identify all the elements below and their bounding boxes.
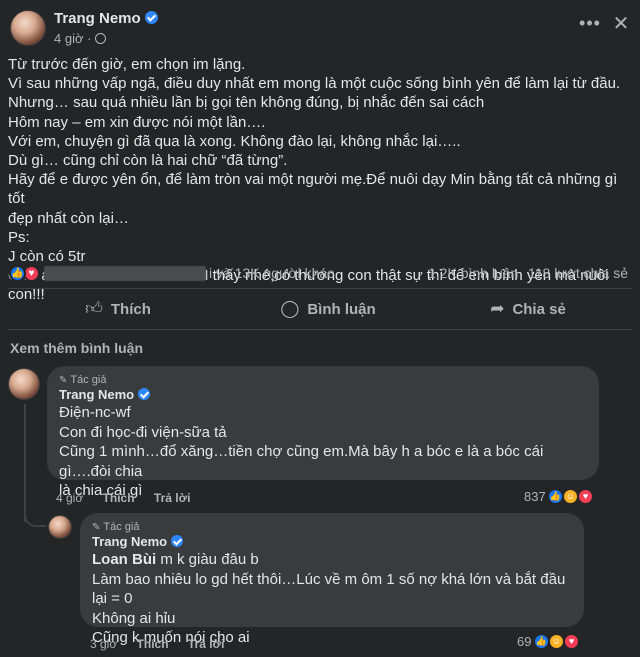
care-reaction-icon: ☺	[548, 633, 565, 650]
commenter-name[interactable]: Trang Nemo	[59, 387, 134, 402]
comment-bubble: ✎ Tác giả Trang Nemo Điện-nc-wf Con đi họ…	[47, 366, 599, 499]
close-icon[interactable]: ✕	[606, 10, 636, 40]
comment-button[interactable]: ◯ Bình luận	[263, 291, 393, 327]
like-reaction-icon[interactable]: 👍	[9, 265, 26, 282]
commenter-name-row: Trang Nemo	[59, 387, 587, 403]
thumbs-up-icon: 👍︎	[85, 299, 103, 318]
post-line: đẹp nhất còn lại…	[8, 209, 129, 227]
share-arrow-icon: ➦	[490, 299, 505, 318]
author-avatar[interactable]	[10, 10, 46, 46]
comment-reaction-count[interactable]: 837	[524, 489, 546, 504]
comment-like-link[interactable]: Thích	[137, 637, 169, 651]
author-name-row: Trang Nemo	[54, 10, 158, 27]
post-line: Vì sau những vấp ngã, điều duy nhất em m…	[8, 75, 621, 93]
author-tag-text: Tác giả	[103, 521, 140, 533]
post-header: Trang Nemo 4 giờ · ••• ✕	[0, 0, 640, 54]
see-more-comments-link[interactable]: Xem thêm bình luận	[10, 340, 143, 356]
comment-meta: 3 giờ Thích Trả lời	[90, 637, 240, 651]
comment-like-link[interactable]: Thích	[103, 491, 135, 505]
comment-line: Loan Bùi m k giàu đâu b	[92, 550, 572, 570]
comment-time[interactable]: 3 giờ	[90, 637, 117, 651]
commenter-avatar[interactable]	[8, 368, 40, 400]
share-button[interactable]: ➦ Chia sẻ	[478, 291, 578, 327]
comment-reaction-count[interactable]: 69	[517, 634, 531, 649]
post-line: Nhưng… sau quá nhiều lần bị gọi tên khôn…	[8, 94, 485, 112]
comment-label: Bình luận	[307, 301, 376, 318]
pen-icon: ✎	[92, 522, 101, 533]
post-line: Từ trước đến giờ, em chọn im lặng.	[8, 56, 246, 73]
comment-line: Con đi học-đi viện-sữa tả	[59, 423, 227, 441]
post-timestamp: 4 giờ ·	[54, 31, 107, 46]
comment-time[interactable]: 4 giờ	[56, 491, 83, 505]
comment-reply-link[interactable]: Trả lời	[154, 491, 191, 505]
post-line: Hãy để e được yên ổn, để làm tròn vai mộ…	[8, 171, 618, 208]
comment-meta: 4 giờ Thích Trả lời	[56, 491, 206, 505]
shares-count[interactable]: 118 lượt chia sẻ	[528, 265, 628, 281]
author-tag: ✎ Tác giả	[59, 374, 587, 386]
comment-line: Làm bao nhiêu lo gd hết thôi…Lúc về m ôm…	[92, 570, 566, 608]
comment-bubble: ✎ Tác giả Trang Nemo Loan Bùi m k giàu đâ…	[80, 513, 584, 646]
mention-link[interactable]: Loan Bùi	[92, 551, 156, 568]
commenter-avatar[interactable]	[48, 515, 72, 539]
globe-icon	[95, 33, 107, 44]
like-label: Thích	[110, 301, 151, 318]
comment-reply-link[interactable]: Trả lời	[188, 637, 225, 651]
love-reaction-icon: ♥	[563, 633, 580, 650]
verified-badge-icon	[171, 535, 184, 547]
comments-count[interactable]: 1,2K bình luận	[428, 265, 518, 281]
verified-badge-icon	[138, 388, 151, 400]
verified-badge-icon	[144, 11, 158, 24]
care-reaction-icon: ☺	[562, 488, 579, 505]
author-tag-text: Tác giả	[70, 374, 107, 386]
post-line: Hôm nay – em xin được nói một lần….	[8, 113, 266, 131]
more-dots-icon[interactable]: •••	[575, 10, 605, 40]
like-button[interactable]: 👍︎ Thích	[68, 291, 168, 327]
comment-line: Cũng 1 mình…đổ xăng…tiền chợ cũng em.Mà …	[59, 443, 544, 480]
blurred-reactor-names	[44, 266, 206, 281]
reactions-text[interactable]: i và 13K người khác	[209, 265, 334, 281]
like-reaction-icon: 👍	[547, 488, 564, 505]
reactions-summary: 👍 ♥ i và 13K người khác 1,2K bình luận 1…	[0, 262, 640, 284]
comment-line: Không ai hỉu	[92, 609, 176, 627]
comment-line-text: m k giàu đâu b	[156, 551, 259, 568]
commenter-name[interactable]: Trang Nemo	[92, 534, 167, 549]
post-actions-bar: 👍︎ Thích ◯ Bình luận ➦ Chia sẻ	[8, 288, 632, 330]
share-label: Chia sẻ	[512, 301, 566, 318]
comment-line: Điện-nc-wf	[59, 404, 131, 421]
post-line: Dù gì… cũng chỉ còn là hai chữ “đã từng”…	[8, 152, 288, 170]
post-line: Ps:	[8, 228, 30, 246]
speech-bubble-icon: ◯	[280, 299, 300, 318]
like-reaction-icon: 👍	[533, 633, 550, 650]
post-line: Với em, chuyện gì đã qua là xong. Không …	[8, 132, 461, 150]
author-tag: ✎ Tác giả	[92, 521, 572, 533]
love-reaction-icon: ♥	[577, 488, 594, 505]
pen-icon: ✎	[59, 375, 68, 386]
commenter-name-row: Trang Nemo	[92, 534, 572, 550]
author-name[interactable]: Trang Nemo	[54, 10, 141, 27]
thread-connector	[24, 505, 46, 527]
post-time-text[interactable]: 4 giờ	[54, 31, 84, 46]
